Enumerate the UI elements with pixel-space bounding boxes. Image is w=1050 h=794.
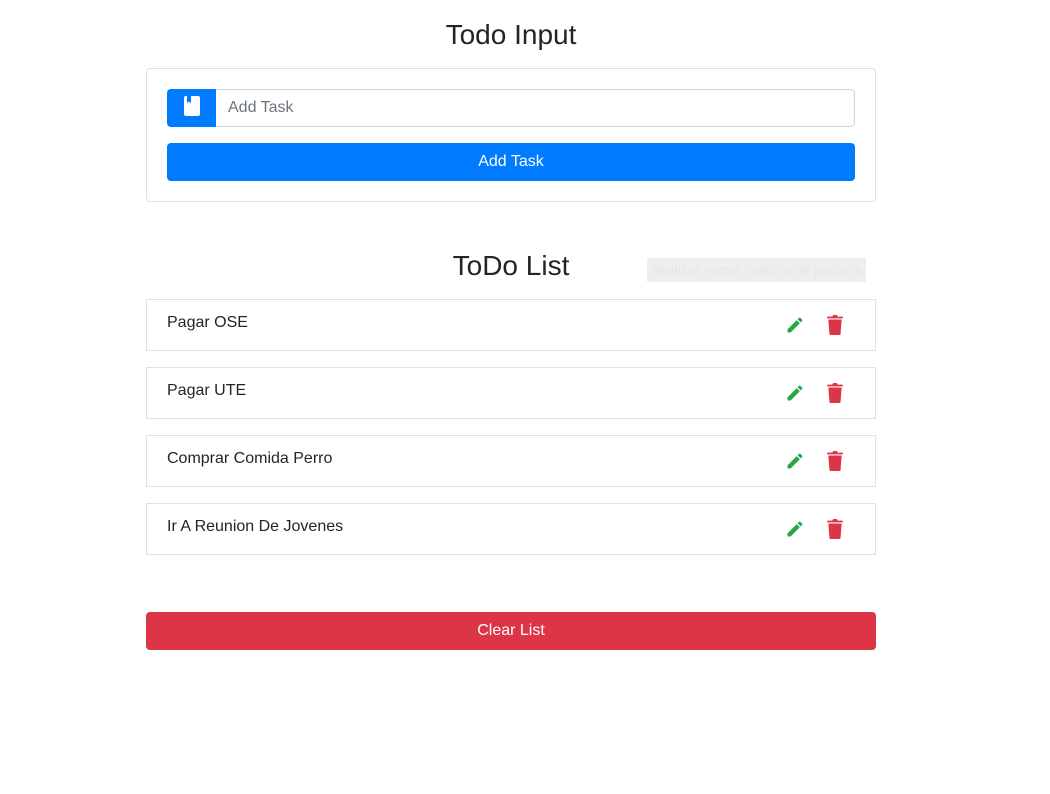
task-text: Comprar Comida Perro: [167, 450, 333, 467]
pencil-icon[interactable]: [784, 382, 806, 404]
screenshot-tooltip: Realizar nueva captura de pantalla: [647, 258, 866, 282]
add-task-button[interactable]: Add Task: [167, 143, 855, 181]
pencil-icon[interactable]: [784, 450, 806, 472]
trash-icon[interactable]: [824, 314, 846, 336]
clear-list-button[interactable]: Clear List: [146, 612, 876, 650]
pencil-icon[interactable]: [784, 314, 806, 336]
pencil-icon[interactable]: [784, 518, 806, 540]
trash-icon[interactable]: [824, 382, 846, 404]
task-input-group: [167, 89, 855, 127]
trash-icon[interactable]: [824, 518, 846, 540]
task-text: Ir A Reunion De Jovenes: [167, 518, 344, 535]
list-item: Pagar OSE: [146, 299, 876, 351]
input-prepend: [167, 89, 216, 127]
list-item: Ir A Reunion De Jovenes: [146, 503, 876, 555]
book-icon: [183, 95, 200, 121]
todo-input-title: Todo Input: [445, 19, 577, 50]
trash-icon[interactable]: [824, 450, 846, 472]
task-input[interactable]: [216, 89, 855, 127]
task-text: Pagar UTE: [167, 382, 247, 399]
list-item: Comprar Comida Perro: [146, 435, 876, 487]
todo-input-card: Add Task: [146, 68, 876, 202]
list-item: Pagar UTE: [146, 367, 876, 419]
todo-list: Pagar OSE Pagar UTE Comprar Comida Perro…: [146, 299, 876, 571]
task-text: Pagar OSE: [167, 314, 248, 331]
